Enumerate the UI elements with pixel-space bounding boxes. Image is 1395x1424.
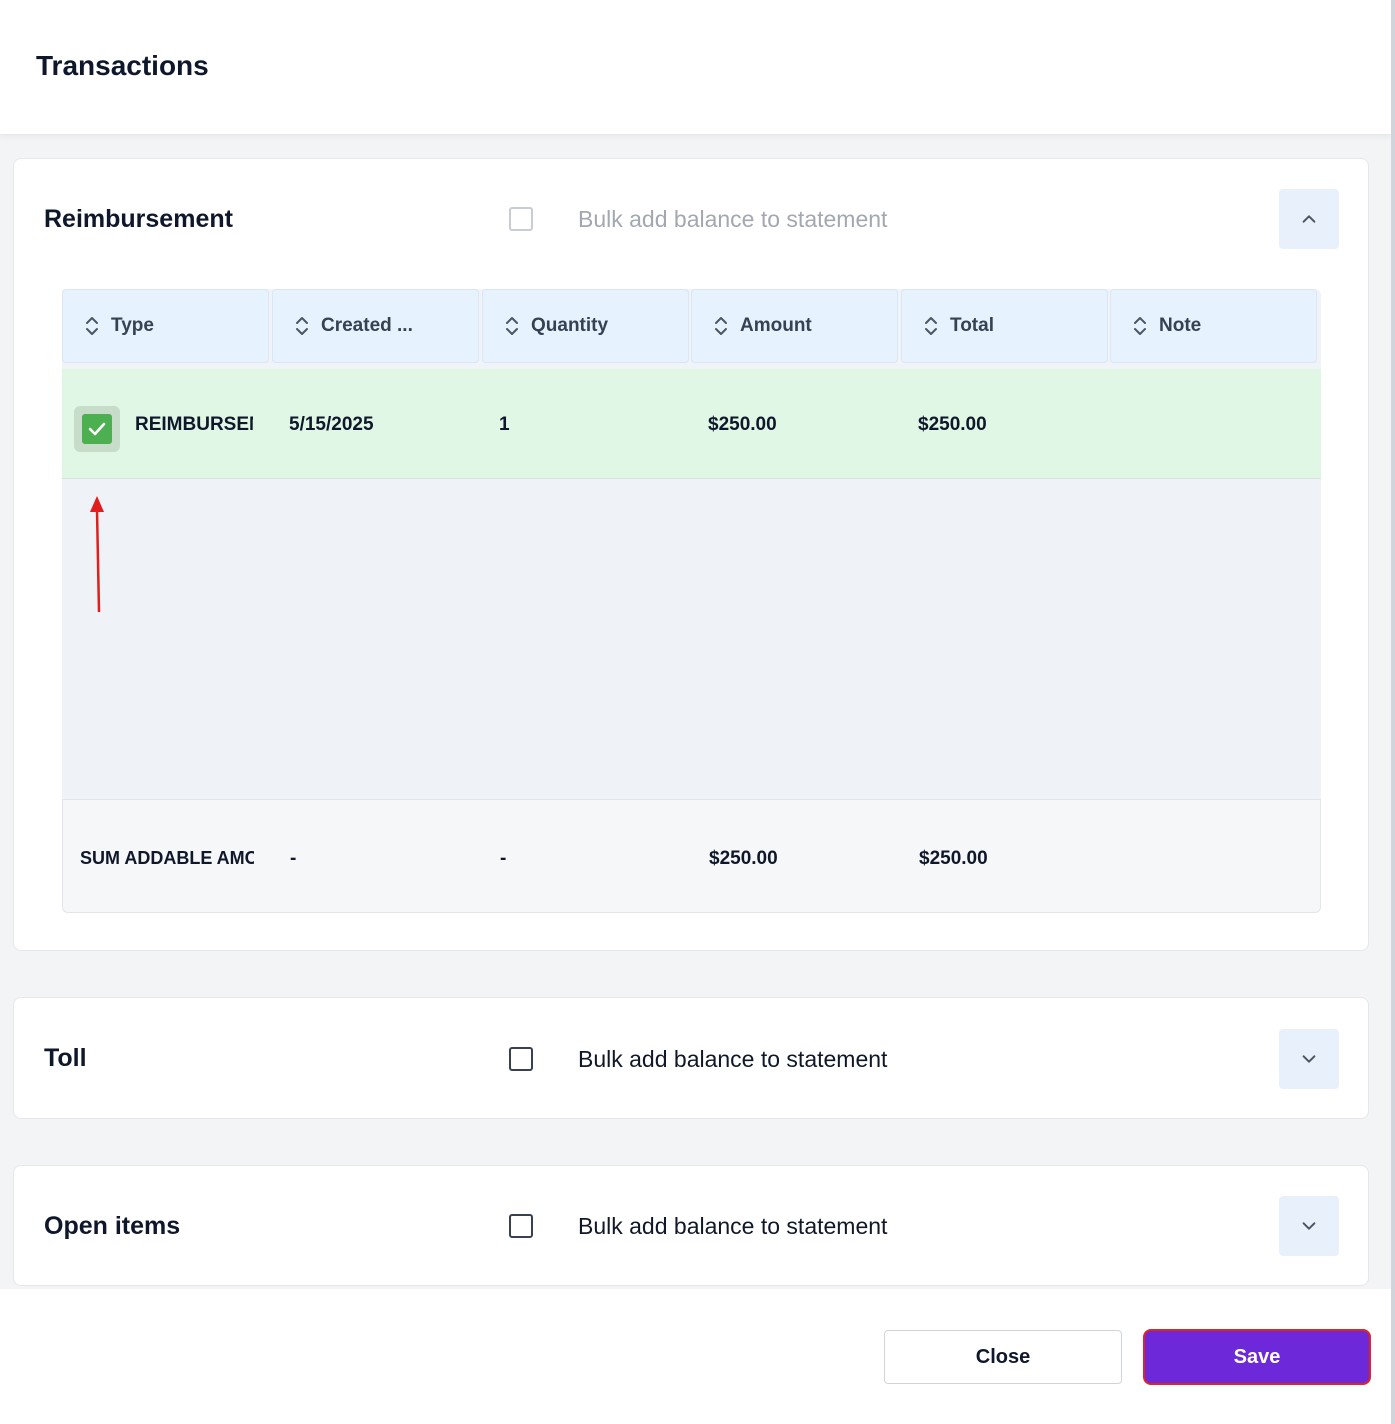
summary-created: - (290, 848, 297, 869)
sort-icon (86, 317, 98, 335)
cell-quantity: 1 (499, 414, 510, 435)
row-checkbox[interactable] (74, 406, 120, 452)
bulk-add-checkbox[interactable] (509, 207, 533, 231)
close-button[interactable]: Close (884, 1330, 1122, 1384)
chevron-down-icon (1302, 1222, 1316, 1230)
bulk-add-label: Bulk add balance to statement (578, 206, 888, 232)
column-header-total[interactable]: Total (901, 289, 1108, 363)
dialog-header: Transactions (0, 0, 1391, 135)
column-header-note[interactable]: Note (1110, 289, 1317, 363)
cell-amount: $250.00 (708, 414, 777, 435)
column-label: Amount (740, 315, 812, 336)
column-header-type[interactable]: Type (62, 289, 269, 363)
checkmark-icon (88, 422, 106, 436)
column-label: Total (950, 315, 994, 336)
sort-icon (296, 317, 308, 335)
transactions-table: Type Created ... Quantity Amount Total N… (62, 289, 1321, 913)
summary-quantity: - (500, 848, 507, 869)
column-label: Quantity (531, 315, 609, 336)
column-label: Created ... (321, 315, 413, 336)
cell-created: 5/15/2025 (289, 414, 374, 435)
table-header: Type Created ... Quantity Amount Total N… (62, 289, 1321, 363)
section-title: Reimbursement (44, 205, 233, 233)
sort-icon (715, 317, 727, 335)
bulk-add-label: Bulk add balance to statement (578, 1213, 888, 1239)
section-title: Open items (44, 1212, 181, 1240)
sort-icon (925, 317, 937, 335)
chevron-down-icon (1302, 1055, 1316, 1063)
section-open-items: Open items Bulk add balance to statement (13, 1165, 1369, 1286)
bulk-add-label: Bulk add balance to statement (578, 1046, 888, 1072)
bulk-add-checkbox[interactable] (509, 1214, 533, 1238)
sort-icon (506, 317, 518, 335)
table-row[interactable]: REIMBURSEMENT 5/15/2025 1 $250.00 $250.0… (62, 369, 1321, 479)
checkbox-checked (82, 414, 112, 444)
expand-button[interactable] (1279, 1029, 1339, 1089)
section-reimbursement: Reimbursement Bulk add balance to statem… (13, 158, 1369, 951)
save-button[interactable]: Save (1143, 1329, 1371, 1385)
summary-amount: $250.00 (709, 848, 778, 869)
cell-type: REIMBURSEMENT (135, 414, 253, 435)
section-toll: Toll Bulk add balance to statement (13, 997, 1369, 1119)
column-label: Type (111, 315, 154, 336)
column-header-amount[interactable]: Amount (691, 289, 898, 363)
dialog-footer: Close Save (0, 1289, 1391, 1424)
annotation-arrow-icon (90, 496, 104, 613)
summary-total: $250.00 (919, 848, 988, 869)
summary-row: SUM ADDABLE AMOUNT - - $250.00 $250.00 (62, 799, 1321, 913)
section-title: Toll (44, 1044, 87, 1072)
cell-total: $250.00 (918, 414, 987, 435)
scrollbar[interactable] (1391, 0, 1395, 1424)
summary-label: SUM ADDABLE AMOUNT (80, 848, 254, 868)
sort-icon (1134, 317, 1146, 335)
page-title: Transactions (36, 50, 209, 81)
column-label: Note (1159, 315, 1202, 336)
chevron-up-icon (1302, 215, 1316, 223)
expand-button[interactable] (1279, 1196, 1339, 1256)
column-header-quantity[interactable]: Quantity (482, 289, 689, 363)
table-empty-area (62, 479, 1321, 797)
column-header-created[interactable]: Created ... (272, 289, 479, 363)
collapse-button[interactable] (1279, 189, 1339, 249)
bulk-add-checkbox[interactable] (509, 1047, 533, 1071)
